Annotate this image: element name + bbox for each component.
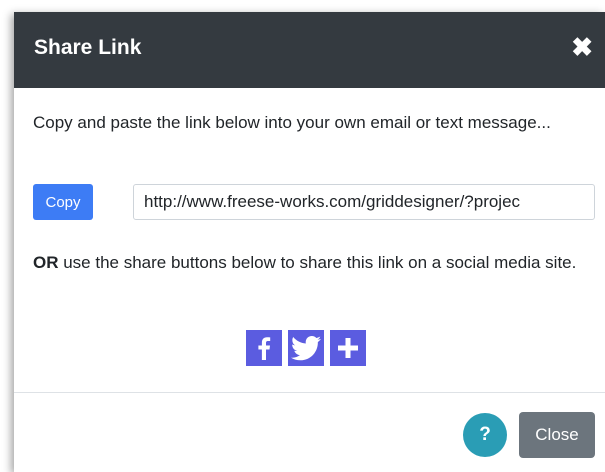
share-link-value: http://www.freese-works.com/griddesigner… (144, 192, 521, 211)
dialog-title: Share Link (34, 36, 142, 59)
share-instructions-rest: use the share buttons below to share thi… (58, 253, 577, 272)
close-button[interactable]: Close (519, 412, 595, 458)
social-share-buttons (246, 330, 366, 366)
dialog-header: Share Link ✖ (14, 12, 605, 88)
plus-icon (338, 338, 358, 358)
more-share-button[interactable] (330, 330, 366, 366)
close-icon[interactable]: ✖ (571, 34, 593, 60)
footer-divider (14, 392, 605, 393)
share-link-dialog: Share Link ✖ Copy and paste the link bel… (14, 12, 605, 472)
facebook-icon (258, 337, 271, 360)
share-instructions: OR use the share buttons below to share … (33, 249, 593, 277)
help-button[interactable]: ? (463, 413, 507, 457)
copy-button[interactable]: Copy (33, 184, 93, 220)
or-emphasis: OR (33, 253, 59, 272)
facebook-share-button[interactable] (246, 330, 282, 366)
share-link-field[interactable]: http://www.freese-works.com/griddesigner… (133, 184, 595, 220)
twitter-icon (290, 336, 321, 361)
twitter-share-button[interactable] (288, 330, 324, 366)
intro-text: Copy and paste the link below into your … (33, 113, 551, 132)
dialog-body: Copy and paste the link below into your … (14, 88, 605, 392)
